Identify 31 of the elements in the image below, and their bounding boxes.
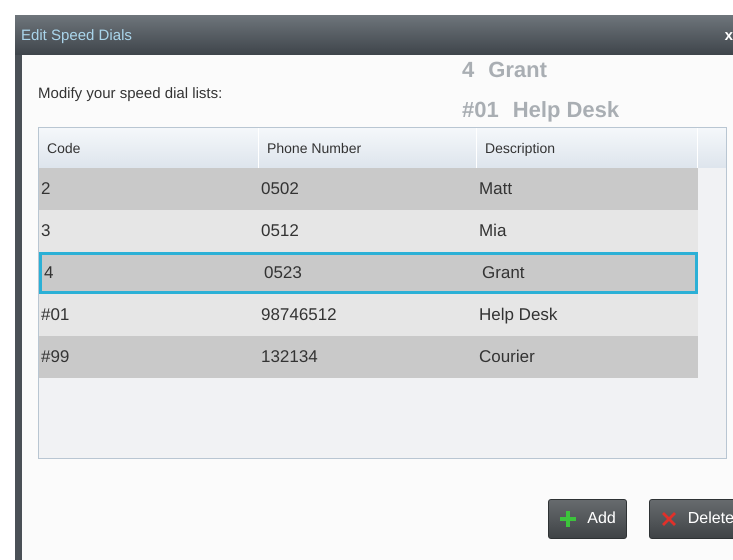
background-name: Grant (488, 57, 547, 83)
table-row[interactable]: #99 132134 Courier (39, 336, 698, 378)
table-cell-text: 2 (40, 178, 52, 200)
delete-button[interactable]: Delete (648, 499, 733, 539)
table-cell-text: 0502 (260, 178, 300, 200)
table-cell-text: Grant (481, 262, 526, 284)
close-icon (660, 510, 678, 528)
table-cell-text: #99 (40, 346, 70, 368)
table-cell-text: Mia (478, 220, 508, 242)
table-row[interactable]: 2 0502 Matt (39, 168, 698, 210)
table-row[interactable]: #01 98746512 Help Desk (39, 294, 698, 336)
table-row[interactable]: 4 0523 Grant (39, 252, 698, 294)
table-cell-text: 132134 (260, 346, 319, 368)
background-code: 4 (462, 57, 474, 83)
table-row[interactable]: 3 0512 Mia (39, 210, 698, 252)
table-cell-text: 0512 (260, 220, 300, 242)
table-cell-text: Courier (478, 346, 536, 368)
background-name: Help Desk (512, 97, 620, 123)
table-cell-text: #01 (40, 304, 70, 326)
table-cell-text: 98746512 (260, 304, 338, 326)
table-cell-text: 3 (40, 220, 52, 242)
table-cell-text: Matt (478, 178, 514, 200)
table-cell-text: 4 (43, 262, 54, 284)
plus-icon (559, 510, 578, 528)
background-code: #01 (462, 97, 499, 123)
table-cell-text: Help Desk (478, 304, 558, 326)
window-title: Edit Speed Dials (21, 26, 132, 44)
close-button[interactable]: x (724, 26, 733, 44)
table-cell-text: 0523 (263, 262, 303, 284)
prompt-text: Modify your speed dial lists: (38, 85, 222, 102)
add-button[interactable]: Add (548, 499, 627, 539)
